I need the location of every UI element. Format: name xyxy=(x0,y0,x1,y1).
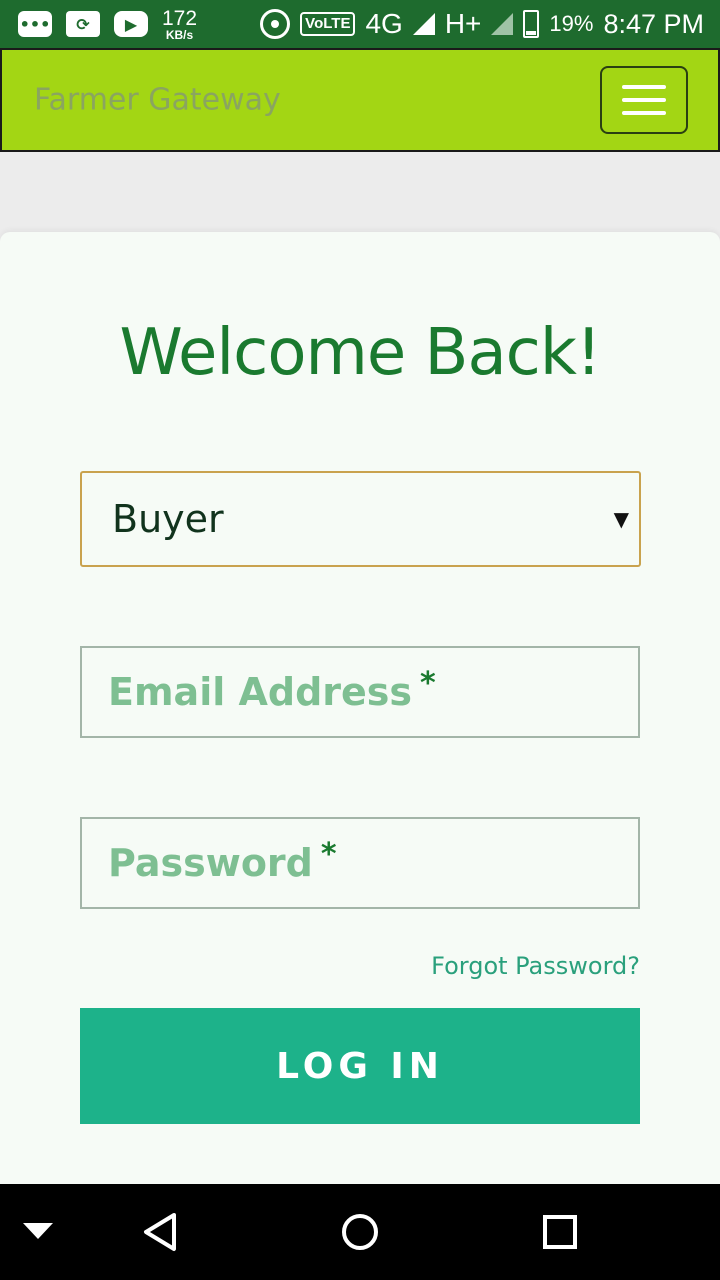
app-bar: Farmer Gateway xyxy=(0,48,720,152)
network-speed-unit: KB/s xyxy=(165,27,194,42)
hamburger-menu-button[interactable] xyxy=(600,66,688,134)
password-field[interactable]: Password * xyxy=(80,817,640,909)
password-placeholder: Password * xyxy=(108,837,337,885)
status-bar-right: VoLTE 4G H+ 19% 8:47 PM xyxy=(260,6,704,42)
battery-percent: 19% xyxy=(549,11,594,36)
password-placeholder-text: Password xyxy=(108,841,313,885)
message-icon: ••• xyxy=(18,11,52,37)
network-speed-value: 172 xyxy=(162,6,198,30)
sync-icon: ⟳ xyxy=(66,11,100,37)
page-title: Welcome Back! xyxy=(119,316,601,390)
battery-icon xyxy=(523,10,540,38)
dropdown-arrow-icon: ▼ xyxy=(613,507,629,531)
clock: 8:47 PM xyxy=(603,8,704,39)
login-button[interactable]: LOG IN xyxy=(80,1008,640,1124)
signal-icon xyxy=(412,13,435,35)
role-select-value: Buyer xyxy=(112,497,224,541)
network-4g-label: 4G xyxy=(365,8,403,39)
volte-badge: VoLTE xyxy=(300,12,356,36)
home-icon[interactable] xyxy=(336,1184,384,1280)
hotspot-icon xyxy=(260,9,291,39)
network-h-label: H+ xyxy=(444,8,482,39)
network-speed: 172 KB/s xyxy=(162,8,197,41)
status-bar: ••• ⟳ ▶ 172 KB/s VoLTE 4G H+ 19% 8:47 PM xyxy=(0,0,720,48)
role-select[interactable]: Buyer ▼ xyxy=(80,471,641,567)
back-icon[interactable] xyxy=(136,1184,184,1280)
required-marker: * xyxy=(320,837,337,872)
login-card: Welcome Back! Buyer ▼ Email Address * Pas… xyxy=(0,232,720,1184)
signal-icon-secondary xyxy=(491,13,514,35)
forgot-password-link[interactable]: Forgot Password? xyxy=(431,952,640,980)
hamburger-menu-icon-line xyxy=(622,111,666,115)
brand-link[interactable]: Farmer Gateway xyxy=(34,83,281,118)
required-marker: * xyxy=(420,666,436,701)
hamburger-menu-icon-line xyxy=(622,98,666,102)
status-bar-left: ••• ⟳ ▶ 172 KB/s xyxy=(18,6,197,42)
hamburger-menu-icon-line xyxy=(622,85,666,89)
email-field[interactable]: Email Address * xyxy=(80,646,640,738)
email-placeholder-text: Email Address xyxy=(108,670,413,714)
notification-drawer-icon[interactable] xyxy=(16,1184,60,1280)
email-placeholder: Email Address * xyxy=(108,666,436,714)
youtube-icon: ▶ xyxy=(114,11,148,37)
system-nav-bar xyxy=(0,1184,720,1280)
recents-icon[interactable] xyxy=(536,1184,584,1280)
